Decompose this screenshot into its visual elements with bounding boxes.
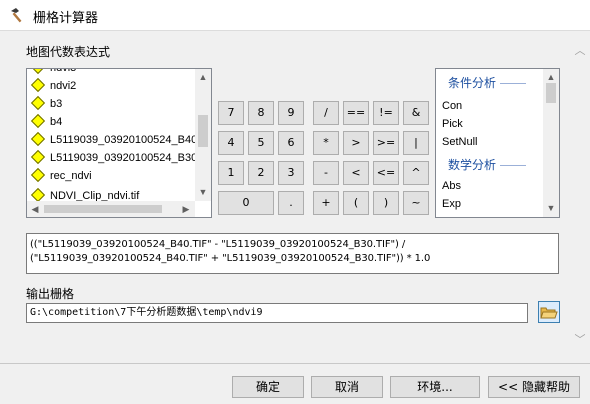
tool-main-panel: 地图代数表达式 ndvi3 ndvi2 b3 b4 L5119039_039201005… <box>0 31 568 363</box>
layer-item-label: ndvi3 <box>50 68 77 74</box>
calc-button[interactable]: < <box>343 161 369 185</box>
function-list-vscroll[interactable]: ▲ ▼ <box>543 69 559 217</box>
dialog-vscroll[interactable]: ︿ ﹀ <box>570 31 590 363</box>
hscroll-thumb[interactable] <box>44 205 162 213</box>
calc-button[interactable]: 3 <box>278 161 304 185</box>
layer-item-label: L5119039_03920100524_B40 <box>50 134 198 146</box>
scroll-right-icon[interactable]: ▶ <box>179 202 193 216</box>
scroll-left-icon[interactable]: ◀ <box>28 202 42 216</box>
dialog-button-bar: 确定 取消 环境... << 隐藏帮助 <box>0 363 590 404</box>
calc-button[interactable]: - <box>313 161 339 185</box>
layer-item-label: b4 <box>50 116 63 128</box>
calc-button[interactable]: == <box>343 101 369 125</box>
layer-list-hscroll[interactable]: ◀ ▶ <box>27 201 195 217</box>
scroll-thumb[interactable] <box>198 115 208 147</box>
scroll-thumb[interactable] <box>546 83 556 103</box>
map-algebra-label: 地图代数表达式 <box>26 45 111 59</box>
output-raster-input[interactable]: G:\competition\7下午分析题数据\temp\ndvi9 <box>26 303 528 323</box>
calc-button[interactable]: 8 <box>248 101 274 125</box>
scroll-up-icon[interactable]: ▲ <box>196 70 210 84</box>
calc-button[interactable]: 9 <box>278 101 304 125</box>
layer-item[interactable]: L5119039_03920100524_B40 <box>30 131 198 149</box>
calc-button[interactable]: 0 <box>218 191 274 215</box>
calc-button[interactable]: + <box>313 191 339 215</box>
calc-button[interactable]: ( <box>343 191 369 215</box>
calc-button[interactable]: 7 <box>218 101 244 125</box>
cancel-button[interactable]: 取消 <box>311 376 383 398</box>
hammer-icon <box>11 8 22 23</box>
expression-line-1: (("L5119039_03920100524_B40.TIF" - "L511… <box>30 239 406 250</box>
scroll-down-icon[interactable]: ▼ <box>544 201 558 215</box>
dialog-client: 地图代数表达式 ndvi3 ndvi2 b3 b4 L5119039_039201005… <box>0 30 590 404</box>
calc-button[interactable]: 5 <box>248 131 274 155</box>
layer-list-vscroll[interactable]: ▲ ▼ <box>195 69 211 201</box>
layer-item[interactable]: rec_ndvi <box>30 167 92 185</box>
layer-item[interactable]: ndvi3 <box>30 68 77 77</box>
function-group-header: 数学分析 <box>448 156 527 174</box>
calc-button[interactable]: ) <box>373 191 399 215</box>
calc-button[interactable]: 6 <box>278 131 304 155</box>
layer-item-label: L5119039_03920100524_B30 <box>50 152 198 164</box>
function-item-pick[interactable]: Pick <box>442 115 463 133</box>
calc-button[interactable]: ^ <box>403 161 429 185</box>
output-raster-label: 输出栅格 <box>26 287 75 301</box>
layer-list[interactable]: ndvi3 ndvi2 b3 b4 L5119039_03920100524_B40 L5… <box>26 68 212 218</box>
function-item-exp[interactable]: Exp <box>442 195 461 213</box>
layer-item-label: rec_ndvi <box>50 170 92 182</box>
title-bar: 栅格计算器 <box>0 0 590 30</box>
calc-button[interactable]: 2 <box>248 161 274 185</box>
expression-line-2: ("L5119039_03920100524_B40.TIF" + "L5119… <box>30 253 431 264</box>
layer-item[interactable]: L5119039_03920100524_B30 <box>30 149 198 167</box>
window-title: 栅格计算器 <box>33 11 99 26</box>
browse-button[interactable] <box>538 301 560 323</box>
scroll-down-icon[interactable]: ▼ <box>196 185 210 199</box>
calc-button[interactable]: * <box>313 131 339 155</box>
scroll-up-icon[interactable]: ︿ <box>574 45 586 57</box>
layer-item-label: ndvi2 <box>50 80 77 92</box>
calc-button[interactable]: 4 <box>218 131 244 155</box>
layer-item[interactable]: b3 <box>30 95 63 113</box>
calc-button[interactable]: 1 <box>218 161 244 185</box>
raster-layer-icon <box>30 168 46 183</box>
calc-button[interactable]: <= <box>373 161 399 185</box>
environments-button[interactable]: 环境... <box>390 376 480 398</box>
raster-layer-icon <box>30 132 46 147</box>
layer-item[interactable]: b4 <box>30 113 63 131</box>
function-item-con[interactable]: Con <box>442 97 462 115</box>
raster-layer-icon <box>30 96 46 111</box>
layer-item[interactable]: ndvi2 <box>30 77 77 95</box>
calc-button[interactable]: > <box>343 131 369 155</box>
function-group-header: 条件分析 <box>448 74 527 92</box>
raster-layer-icon <box>30 150 46 165</box>
raster-layer-icon <box>30 114 46 129</box>
layer-item-label: b3 <box>50 98 63 110</box>
calc-button[interactable]: ~ <box>403 191 429 215</box>
calc-button[interactable]: / <box>313 101 339 125</box>
calc-button[interactable]: | <box>403 131 429 155</box>
ok-button[interactable]: 确定 <box>232 376 304 398</box>
raster-layer-icon <box>30 69 46 75</box>
hide-help-button[interactable]: << 隐藏帮助 <box>488 376 580 398</box>
scroll-up-icon[interactable]: ▲ <box>544 70 558 84</box>
function-item-abs[interactable]: Abs <box>442 177 461 195</box>
function-item-setnull[interactable]: SetNull <box>442 133 477 151</box>
raster-layer-icon <box>30 78 46 93</box>
expression-textbox[interactable]: (("L5119039_03920100524_B40.TIF" - "L511… <box>26 233 559 274</box>
scroll-down-icon[interactable]: ﹀ <box>574 334 586 346</box>
calc-button[interactable]: >= <box>373 131 399 155</box>
calc-button[interactable]: != <box>373 101 399 125</box>
function-list[interactable]: 条件分析 Con Pick SetNull 数学分析 Abs Exp ▲ ▼ <box>435 68 560 218</box>
calc-button[interactable]: & <box>403 101 429 125</box>
open-folder-icon <box>540 307 558 319</box>
calc-button[interactable]: . <box>278 191 304 215</box>
